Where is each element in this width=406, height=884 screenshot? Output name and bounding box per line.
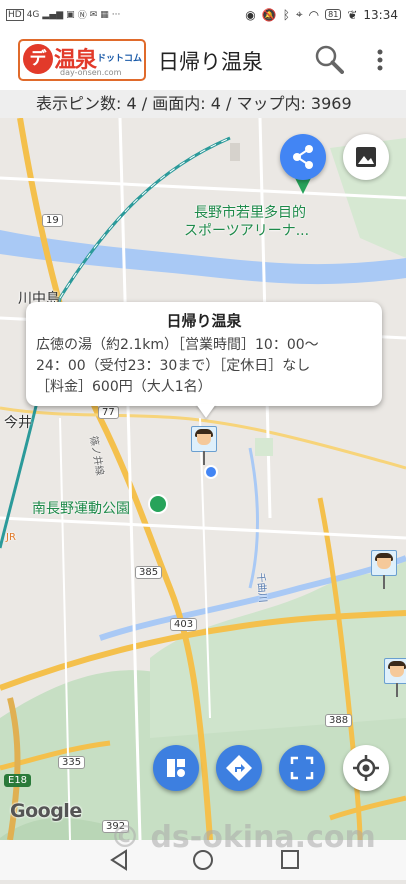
status-icons-right: ◉ 🔕 ᛒ ⌖ ◠ 81 ❦ 13:34 [245,7,398,22]
map-label-jr: JR [6,532,16,543]
nfc-icon: Ⓝ [77,11,87,21]
road-shield-77: 77 [98,406,119,419]
google-logo: Google [10,800,82,822]
popup-line-3: ［料金］600円（大人1名） [36,379,212,395]
map-label-river: 千曲川 [254,572,268,604]
fullscreen-icon [290,756,314,780]
road-shield-e18: E18 [4,774,32,787]
more-icon: ··· [111,9,121,20]
app-logo[interactable]: ディ 温泉 ドットコム day-onsen.com [18,39,146,81]
directions-icon [226,755,252,781]
leaf-icon: ❦ [347,7,358,22]
search-icon[interactable] [314,44,344,74]
more-vert-icon[interactable] [370,46,390,74]
network-icon: 4G [26,9,40,20]
share-button[interactable] [280,134,326,180]
map-label-imai: 今井 [4,415,32,431]
battery-indicator: 81 [325,9,342,20]
road-shield-403: 403 [170,618,198,631]
onsen-pin[interactable] [384,658,406,697]
fullscreen-button[interactable] [279,745,325,791]
wifi-icon: ◠ [308,7,320,22]
status-bar: HD 4G ▂▄▆ ▣ Ⓝ ✉ ▦ ··· ◉ 🔕 ᛒ ⌖ ◠ 81 ❦ 13:… [0,0,406,30]
clock: 13:34 [363,7,398,22]
share-icon [293,145,313,169]
map-layer-button[interactable] [343,134,389,180]
my-location-button[interactable] [343,745,389,791]
location-icon: ⌖ [295,7,303,21]
eye-icon: ◉ [245,7,256,22]
filter-button[interactable] [153,745,199,791]
mute-icon: 🔕 [261,7,277,22]
filter-icon [167,759,185,777]
map-view[interactable]: 19 77 385 403 388 335 E18 392 長野市若里多目的 ス… [0,118,406,840]
road-shield-385: 385 [135,566,163,579]
my-location-icon [353,755,379,781]
directions-button[interactable] [216,745,262,791]
onsen-pin[interactable] [371,550,397,589]
map-label-wakasato-2: スポーツアリーナ... [184,223,310,239]
hd-icon: HD [6,8,24,21]
bluetooth-icon: ᛒ [282,7,290,22]
image-icon [356,147,376,167]
popup-line-2: 24：00（受付23：30まで）［定休日］なし [36,358,311,374]
popup-line-1: 広徳の湯（約2.1km）［営業時間］10：00〜 [36,337,319,353]
road-shield-335: 335 [58,756,86,769]
popup-tail [196,404,216,418]
app-icon: ▦ [100,9,109,20]
onsen-pin[interactable] [191,426,217,465]
popup-title: 日帰り温泉 [166,312,242,330]
logo-url-text: day-onsen.com [60,68,122,77]
logo-badge: ディ [23,44,53,74]
app-title: 日帰り温泉 [158,50,263,74]
app-bar: ディ 温泉 ドットコム day-onsen.com 日帰り温泉 [0,30,406,90]
road-shield-388: 388 [325,714,353,727]
watermark: © ds-okina.com [110,820,376,855]
map-label-wakasato: 長野市若里多目的 [194,205,306,221]
signal-icon: ▂▄▆ [42,9,64,20]
road-shield-19: 19 [42,214,63,227]
mail-icon: ✉ [89,9,98,20]
onsen-info-popup[interactable]: 日帰り温泉 広徳の湯（約2.1km）［営業時間］10：00〜 24：00（受付2… [26,302,382,406]
current-location-dot [204,465,218,479]
pin-count-bar: 表示ピン数: 4 / 画面内: 4 / マップ内: 3969 [0,90,406,118]
status-icons-left: HD 4G ▂▄▆ ▣ Ⓝ ✉ ▦ ··· [6,8,120,21]
image-icon: ▣ [66,9,75,20]
map-label-minaminagano: 南長野運動公園 [32,501,130,517]
park-pin-icon[interactable] [148,494,168,514]
logo-sub-text: ドットコム [97,54,143,64]
